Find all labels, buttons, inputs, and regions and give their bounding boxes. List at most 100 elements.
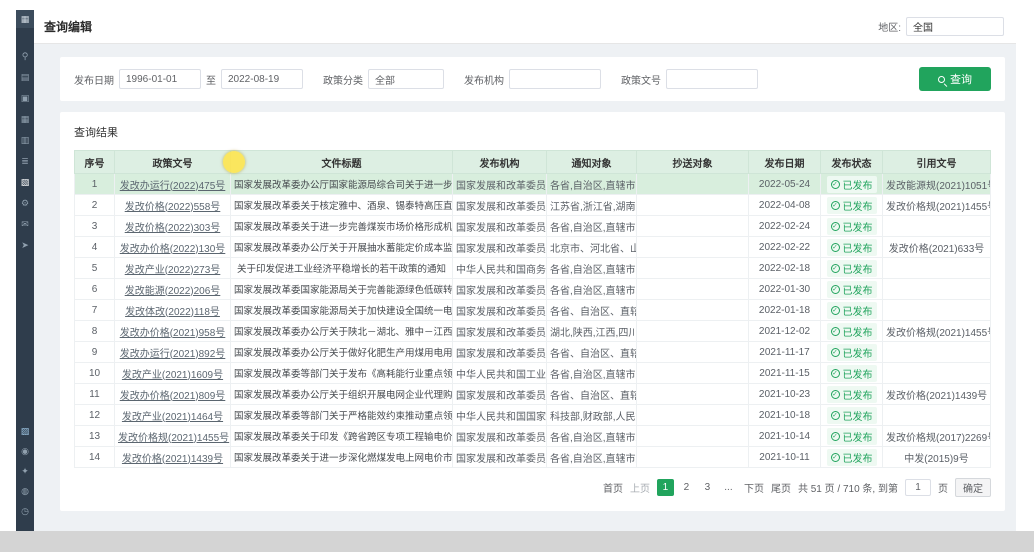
- page-jump-input[interactable]: 1: [905, 479, 931, 496]
- doc-title: 国家发展改革委办公厅国家能源局综合司关于进一步推动新型: [231, 174, 453, 195]
- column-header: 发布机构: [453, 151, 547, 174]
- notify-target: 各省,自治区,直辖市,新疆生: [547, 174, 637, 195]
- table-row[interactable]: 11发改办价格(2021)809号国家发展改革委办公厅关于组织开展电网企业代理购…: [75, 384, 991, 405]
- notify-target: 各省、自治区、直辖市及: [547, 384, 637, 405]
- calendar-icon[interactable]: ▦: [19, 113, 31, 125]
- row-number: 2: [75, 195, 115, 216]
- row-number: 14: [75, 447, 115, 468]
- table-row[interactable]: 3发改价格(2022)303号国家发展改革委关于进一步完善煤炭市场价格形成机制的…: [75, 216, 991, 237]
- doc-number-link[interactable]: 发改办价格(2021)958号: [115, 321, 231, 342]
- agency: 国家发展和改革委员会: [453, 426, 547, 447]
- table-row[interactable]: 10发改产业(2021)1609号国家发展改革委等部门关于发布《高耗能行业重点领…: [75, 363, 991, 384]
- row-number: 1: [75, 174, 115, 195]
- table-row[interactable]: 14发改价格(2021)1439号国家发展改革委关于进一步深化燃煤发电上网电价市…: [75, 447, 991, 468]
- row-number: 6: [75, 279, 115, 300]
- publish-status: ✓已发布: [821, 258, 883, 279]
- gear-icon[interactable]: ⚙: [19, 197, 31, 209]
- next-page-button[interactable]: 下页: [744, 480, 764, 495]
- cc-target: [637, 447, 749, 468]
- table-row[interactable]: 8发改办价格(2021)958号国家发展改革委办公厅关于陕北－湖北、雅中－江西特…: [75, 321, 991, 342]
- sidebar-top-icons: ⚲ ▤ ▣ ▦ ▥ ≣ ▧ ⚙ ✉ ➤: [19, 50, 31, 251]
- region-input[interactable]: 全国: [906, 17, 1004, 36]
- date-to-input[interactable]: 2022-08-19: [221, 69, 303, 89]
- publish-date: 2022-01-18: [749, 300, 821, 321]
- confirm-button[interactable]: 确定: [955, 478, 991, 497]
- power-icon[interactable]: ◉: [19, 445, 31, 457]
- publish-status: ✓已发布: [821, 195, 883, 216]
- table-row[interactable]: 13发改价格规(2021)1455号国家发展改革委关于印发《跨省跨区专项工程输电…: [75, 426, 991, 447]
- page-number[interactable]: 2: [678, 479, 695, 496]
- notify-target: 各省,自治区,直辖市及计划: [547, 216, 637, 237]
- doc-number-link[interactable]: 发改办价格(2022)130号: [115, 237, 231, 258]
- search-icon: [938, 76, 945, 83]
- cited-doc: 发改价格(2021)1439号: [883, 384, 991, 405]
- agency: 国家发展和改革委员会: [453, 342, 547, 363]
- doc-number-link[interactable]: 发改价格(2022)558号: [115, 195, 231, 216]
- publish-date: 2021-12-02: [749, 321, 821, 342]
- document-icon[interactable]: ≣: [19, 155, 31, 167]
- doc-number-link[interactable]: 发改价格规(2021)1455号: [115, 426, 231, 447]
- prev-page-button[interactable]: 上页: [630, 480, 650, 495]
- table-row[interactable]: 6发改能源(2022)206号国家发展改革委国家能源局关于完善能源绿色低碳转型体…: [75, 279, 991, 300]
- doc-number-link[interactable]: 发改体改(2022)118号: [115, 300, 231, 321]
- search-icon[interactable]: ⚲: [19, 50, 31, 62]
- doc-number-link[interactable]: 发改产业(2021)1464号: [115, 405, 231, 426]
- doc-number-link[interactable]: 发改价格(2022)303号: [115, 216, 231, 237]
- table-row[interactable]: 2发改价格(2022)558号国家发展改革委关于核定雅中、酒泉、锡泰特高压直流工…: [75, 195, 991, 216]
- page-number[interactable]: 1: [657, 479, 674, 496]
- table-row[interactable]: 1发改办运行(2022)475号国家发展改革委办公厅国家能源局综合司关于进一步推…: [75, 174, 991, 195]
- doc-number-link[interactable]: 发改办运行(2021)892号: [115, 342, 231, 363]
- column-header: 发布状态: [821, 151, 883, 174]
- row-number: 12: [75, 405, 115, 426]
- table-row[interactable]: 9发改办运行(2021)892号国家发展改革委办公厅关于做好化肥生产用煤用电用气…: [75, 342, 991, 363]
- doc-number-label: 政策文号: [621, 72, 661, 87]
- publish-date: 2021-10-18: [749, 405, 821, 426]
- sidebar: ▦ ⚲ ▤ ▣ ▦ ▥ ≣ ▧ ⚙ ✉ ➤ ▨ ◉ ✦ ◍ ◷: [16, 10, 34, 531]
- publish-status: ✓已发布: [821, 342, 883, 363]
- agency: 国家发展和改革委员会: [453, 447, 547, 468]
- clock-icon[interactable]: ◷: [19, 505, 31, 517]
- notebook-icon[interactable]: ▥: [19, 134, 31, 146]
- doc-number-link[interactable]: 发改产业(2022)273号: [115, 258, 231, 279]
- chart-icon[interactable]: ▤: [19, 71, 31, 83]
- notify-target: 各省,自治区,直辖市及计划: [547, 447, 637, 468]
- cited-doc: [883, 300, 991, 321]
- pin-icon[interactable]: ➤: [19, 239, 31, 251]
- star-icon[interactable]: ✦: [19, 465, 31, 477]
- doc-number-link[interactable]: 发改能源(2022)206号: [115, 279, 231, 300]
- page-number[interactable]: 3: [699, 479, 716, 496]
- search-button[interactable]: 查询: [919, 67, 991, 91]
- cc-target: [637, 300, 749, 321]
- doc-number-link[interactable]: 发改办运行(2022)475号: [115, 174, 231, 195]
- first-page-button[interactable]: 首页: [603, 480, 623, 495]
- region-selector: 地区: 全国: [878, 17, 1004, 36]
- column-header: 发布日期: [749, 151, 821, 174]
- column-header: 政策文号: [115, 151, 231, 174]
- app-logo-icon[interactable]: ▦: [16, 10, 34, 28]
- table-row[interactable]: 7发改体改(2022)118号国家发展改革委国家能源局关于加快建设全国统一电力市…: [75, 300, 991, 321]
- cited-doc: [883, 363, 991, 384]
- check-circle-icon: ✓: [831, 264, 840, 273]
- doc-number-link[interactable]: 发改价格(2021)1439号: [115, 447, 231, 468]
- last-page-button[interactable]: 尾页: [771, 480, 791, 495]
- agency: 国家发展和改革委员会(国: [453, 300, 547, 321]
- photo-icon[interactable]: ▨: [19, 425, 31, 437]
- table-row[interactable]: 5发改产业(2022)273号关于印发促进工业经济平稳增长的若干政策的通知中华人…: [75, 258, 991, 279]
- table-row[interactable]: 4发改办价格(2022)130号国家发展改革委办公厅关于开展抽水蓄能定价成本监审…: [75, 237, 991, 258]
- publish-status: ✓已发布: [821, 237, 883, 258]
- bell-icon[interactable]: ◍: [19, 485, 31, 497]
- doc-number-input[interactable]: [666, 69, 758, 89]
- notify-target: 北京市、河北省、山西: [547, 237, 637, 258]
- image-icon[interactable]: ▣: [19, 92, 31, 104]
- chat-icon[interactable]: ✉: [19, 218, 31, 230]
- table-row[interactable]: 12发改产业(2021)1464号国家发展改革委等部门关于严格能效约束推动重点领…: [75, 405, 991, 426]
- notify-target: 各省、自治区、直辖市人: [547, 300, 637, 321]
- agency-input[interactable]: [509, 69, 601, 89]
- doc-number-link[interactable]: 发改产业(2021)1609号: [115, 363, 231, 384]
- policy-category-select[interactable]: 全部: [368, 69, 444, 89]
- cited-doc: 发改价格规(2021)1455号: [883, 195, 991, 216]
- date-from-input[interactable]: 1996-01-01: [119, 69, 201, 89]
- folder-icon[interactable]: ▧: [19, 176, 31, 188]
- main-area: 查询编辑 地区: 全国 发布日期 1996-01-01 至 2022-08-19…: [34, 10, 1016, 531]
- doc-number-link[interactable]: 发改办价格(2021)809号: [115, 384, 231, 405]
